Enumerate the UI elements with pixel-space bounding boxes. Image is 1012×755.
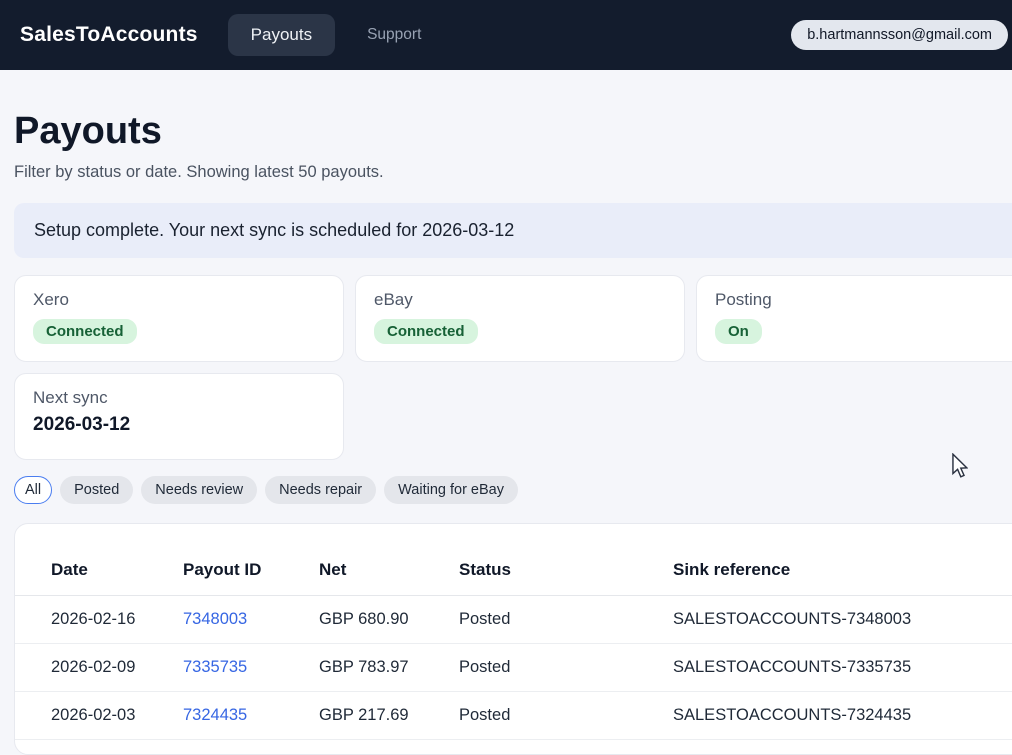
cell-date: 2026-02-03 <box>15 691 183 739</box>
column-header-net: Net <box>319 534 459 596</box>
user-email-pill[interactable]: b.hartmannsson@gmail.com <box>791 20 1008 50</box>
payout-id-link[interactable]: 7324435 <box>183 706 247 724</box>
nav-item-support[interactable]: Support <box>367 26 421 44</box>
filter-chip-all[interactable]: All <box>14 476 52 504</box>
column-header-sink-reference: Sink reference <box>673 534 1012 596</box>
nav-item-payouts[interactable]: Payouts <box>228 14 335 56</box>
column-header-date: Date <box>15 534 183 596</box>
card-label: Xero <box>33 290 325 310</box>
status-badge: On <box>715 319 762 344</box>
cell-net: GBP 783.97 <box>319 643 459 691</box>
setup-complete-banner: Setup complete. Your next sync is schedu… <box>14 203 1012 258</box>
filter-chip-needs-review[interactable]: Needs review <box>141 476 257 504</box>
filter-chip-needs-repair[interactable]: Needs repair <box>265 476 376 504</box>
table-row: 2026-02-16 7348003 GBP 680.90 Posted SAL… <box>15 595 1012 643</box>
column-header-status: Status <box>459 534 673 596</box>
card-label: eBay <box>374 290 666 310</box>
page-subtitle: Filter by status or date. Showing latest… <box>14 163 1012 182</box>
status-cards: Xero Connected eBay Connected Posting On… <box>14 275 1012 460</box>
payout-id-link[interactable]: 7348003 <box>183 610 247 628</box>
status-card-ebay: eBay Connected <box>355 275 685 362</box>
main-content: Payouts Filter by status or date. Showin… <box>0 110 1012 755</box>
card-label: Posting <box>715 290 1007 310</box>
cell-net: GBP 217.69 <box>319 691 459 739</box>
filter-chip-waiting-for-ebay[interactable]: Waiting for eBay <box>384 476 518 504</box>
table-row: 2026-02-03 7324435 GBP 217.69 Posted SAL… <box>15 691 1012 739</box>
topbar: SalesToAccounts Payouts Support b.hartma… <box>0 0 1012 70</box>
cell-sink-reference: SALESTOACCOUNTS-7335735 <box>673 643 1012 691</box>
payout-id-link[interactable]: 7335735 <box>183 658 247 676</box>
card-label: Next sync <box>33 388 325 408</box>
cell-status: Posted <box>459 643 673 691</box>
status-badge: Connected <box>374 319 478 344</box>
cell-sink-reference: SALESTOACCOUNTS-7324435 <box>673 691 1012 739</box>
brand-logo: SalesToAccounts <box>20 23 198 47</box>
cell-date: 2026-02-16 <box>15 595 183 643</box>
status-badge: Connected <box>33 319 137 344</box>
cell-status: Posted <box>459 595 673 643</box>
payouts-table-card: Date Payout ID Net Status Sink reference… <box>14 523 1012 755</box>
status-filter-chips: All Posted Needs review Needs repair Wai… <box>14 476 1012 504</box>
status-card-posting: Posting On <box>696 275 1012 362</box>
cell-net: GBP 680.90 <box>319 595 459 643</box>
column-header-payout-id: Payout ID <box>183 534 319 596</box>
filter-chip-posted[interactable]: Posted <box>60 476 133 504</box>
cell-date: 2026-02-09 <box>15 643 183 691</box>
page-title: Payouts <box>14 110 1012 154</box>
table-row: 2026-02-09 7335735 GBP 783.97 Posted SAL… <box>15 643 1012 691</box>
next-sync-value: 2026-03-12 <box>33 414 325 436</box>
cell-status: Posted <box>459 691 673 739</box>
cell-sink-reference: SALESTOACCOUNTS-7348003 <box>673 595 1012 643</box>
table-header-row: Date Payout ID Net Status Sink reference <box>15 534 1012 596</box>
payouts-table: Date Payout ID Net Status Sink reference… <box>15 534 1012 740</box>
status-card-xero: Xero Connected <box>14 275 344 362</box>
status-card-next-sync: Next sync 2026-03-12 <box>14 373 344 460</box>
